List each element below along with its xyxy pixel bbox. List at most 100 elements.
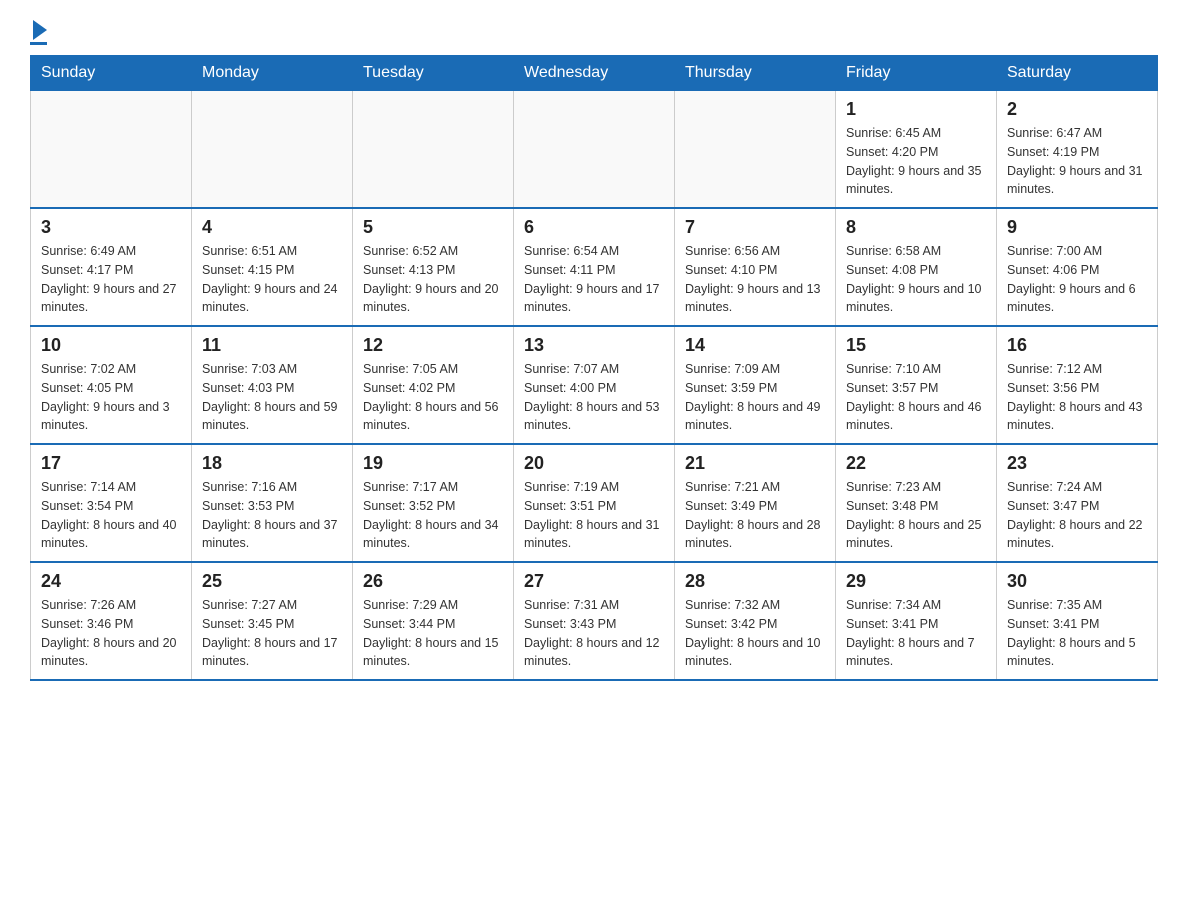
weekday-header-tuesday: Tuesday xyxy=(353,56,514,91)
calendar-table: SundayMondayTuesdayWednesdayThursdayFrid… xyxy=(30,55,1158,681)
calendar-body: 1Sunrise: 6:45 AMSunset: 4:20 PMDaylight… xyxy=(31,91,1158,681)
calendar-cell: 6 Sunrise: 6:54 AMSunset: 4:11 PMDaylight… xyxy=(514,208,675,326)
day-info: Sunrise: 7:35 AMSunset: 3:41 PMDaylight:… xyxy=(1007,596,1147,671)
day-info: Sunrise: 7:24 AMSunset: 3:47 PMDaylight:… xyxy=(1007,478,1147,553)
calendar-cell: 25 Sunrise: 7:27 AMSunset: 3:45 PMDayligh… xyxy=(192,562,353,680)
calendar-cell: 17 Sunrise: 7:14 AMSunset: 3:54 PMDayligh… xyxy=(31,444,192,562)
calendar-cell: 9 Sunrise: 7:00 AMSunset: 4:06 PMDaylight… xyxy=(997,208,1158,326)
day-number: 23 xyxy=(1007,453,1147,474)
calendar-cell: 26 Sunrise: 7:29 AMSunset: 3:44 PMDayligh… xyxy=(353,562,514,680)
calendar-cell: 2 Sunrise: 6:47 AMSunset: 4:19 PMDaylight… xyxy=(997,91,1158,209)
day-number: 7 xyxy=(685,217,825,238)
day-info: Sunrise: 6:56 AMSunset: 4:10 PMDaylight:… xyxy=(685,242,825,317)
day-number: 28 xyxy=(685,571,825,592)
day-number: 5 xyxy=(363,217,503,238)
calendar-cell xyxy=(353,91,514,209)
day-info: Sunrise: 7:27 AMSunset: 3:45 PMDaylight:… xyxy=(202,596,342,671)
day-info: Sunrise: 7:09 AMSunset: 3:59 PMDaylight:… xyxy=(685,360,825,435)
day-info: Sunrise: 7:14 AMSunset: 3:54 PMDaylight:… xyxy=(41,478,181,553)
day-number: 19 xyxy=(363,453,503,474)
day-info: Sunrise: 7:32 AMSunset: 3:42 PMDaylight:… xyxy=(685,596,825,671)
day-number: 10 xyxy=(41,335,181,356)
day-number: 27 xyxy=(524,571,664,592)
day-number: 6 xyxy=(524,217,664,238)
calendar-cell xyxy=(675,91,836,209)
page-header xyxy=(30,20,1158,45)
day-info: Sunrise: 6:51 AMSunset: 4:15 PMDaylight:… xyxy=(202,242,342,317)
calendar-cell: 21 Sunrise: 7:21 AMSunset: 3:49 PMDayligh… xyxy=(675,444,836,562)
calendar-cell: 16 Sunrise: 7:12 AMSunset: 3:56 PMDayligh… xyxy=(997,326,1158,444)
day-number: 2 xyxy=(1007,99,1147,120)
calendar-cell xyxy=(192,91,353,209)
day-number: 15 xyxy=(846,335,986,356)
calendar-cell: 23 Sunrise: 7:24 AMSunset: 3:47 PMDayligh… xyxy=(997,444,1158,562)
calendar-cell: 24Sunrise: 7:26 AMSunset: 3:46 PMDayligh… xyxy=(31,562,192,680)
day-number: 20 xyxy=(524,453,664,474)
day-info: Sunrise: 7:17 AMSunset: 3:52 PMDaylight:… xyxy=(363,478,503,553)
weekday-header-monday: Monday xyxy=(192,56,353,91)
day-info: Sunrise: 6:54 AMSunset: 4:11 PMDaylight:… xyxy=(524,242,664,317)
day-info: Sunrise: 7:10 AMSunset: 3:57 PMDaylight:… xyxy=(846,360,986,435)
day-info: Sunrise: 6:47 AMSunset: 4:19 PMDaylight:… xyxy=(1007,124,1147,199)
calendar-cell: 3 Sunrise: 6:49 AMSunset: 4:17 PMDaylight… xyxy=(31,208,192,326)
day-info: Sunrise: 7:29 AMSunset: 3:44 PMDaylight:… xyxy=(363,596,503,671)
logo-underline xyxy=(30,42,47,45)
logo-triangle-icon xyxy=(33,20,47,40)
day-number: 4 xyxy=(202,217,342,238)
day-info: Sunrise: 7:12 AMSunset: 3:56 PMDaylight:… xyxy=(1007,360,1147,435)
day-info: Sunrise: 7:19 AMSunset: 3:51 PMDaylight:… xyxy=(524,478,664,553)
day-number: 14 xyxy=(685,335,825,356)
day-info: Sunrise: 7:21 AMSunset: 3:49 PMDaylight:… xyxy=(685,478,825,553)
weekday-header-sunday: Sunday xyxy=(31,56,192,91)
weekday-header-row: SundayMondayTuesdayWednesdayThursdayFrid… xyxy=(31,56,1158,91)
calendar-cell: 22 Sunrise: 7:23 AMSunset: 3:48 PMDayligh… xyxy=(836,444,997,562)
calendar-cell: 30Sunrise: 7:35 AMSunset: 3:41 PMDayligh… xyxy=(997,562,1158,680)
day-info: Sunrise: 7:23 AMSunset: 3:48 PMDaylight:… xyxy=(846,478,986,553)
calendar-cell: 8Sunrise: 6:58 AMSunset: 4:08 PMDaylight… xyxy=(836,208,997,326)
weekday-header-wednesday: Wednesday xyxy=(514,56,675,91)
calendar-week-row: 17 Sunrise: 7:14 AMSunset: 3:54 PMDayligh… xyxy=(31,444,1158,562)
calendar-cell: 27 Sunrise: 7:31 AMSunset: 3:43 PMDayligh… xyxy=(514,562,675,680)
day-number: 26 xyxy=(363,571,503,592)
day-info: Sunrise: 7:31 AMSunset: 3:43 PMDaylight:… xyxy=(524,596,664,671)
calendar-week-row: 1Sunrise: 6:45 AMSunset: 4:20 PMDaylight… xyxy=(31,91,1158,209)
day-number: 1 xyxy=(846,99,986,120)
calendar-cell: 15 Sunrise: 7:10 AMSunset: 3:57 PMDayligh… xyxy=(836,326,997,444)
day-number: 22 xyxy=(846,453,986,474)
day-info: Sunrise: 6:49 AMSunset: 4:17 PMDaylight:… xyxy=(41,242,181,317)
day-number: 12 xyxy=(363,335,503,356)
day-info: Sunrise: 7:05 AMSunset: 4:02 PMDaylight:… xyxy=(363,360,503,435)
weekday-header-thursday: Thursday xyxy=(675,56,836,91)
calendar-cell: 5 Sunrise: 6:52 AMSunset: 4:13 PMDaylight… xyxy=(353,208,514,326)
calendar-week-row: 24Sunrise: 7:26 AMSunset: 3:46 PMDayligh… xyxy=(31,562,1158,680)
day-number: 13 xyxy=(524,335,664,356)
day-number: 3 xyxy=(41,217,181,238)
day-number: 9 xyxy=(1007,217,1147,238)
calendar-cell: 12 Sunrise: 7:05 AMSunset: 4:02 PMDayligh… xyxy=(353,326,514,444)
day-info: Sunrise: 7:16 AMSunset: 3:53 PMDaylight:… xyxy=(202,478,342,553)
logo xyxy=(30,20,47,45)
day-number: 24 xyxy=(41,571,181,592)
calendar-cell: 19 Sunrise: 7:17 AMSunset: 3:52 PMDayligh… xyxy=(353,444,514,562)
day-number: 21 xyxy=(685,453,825,474)
calendar-cell: 14 Sunrise: 7:09 AMSunset: 3:59 PMDayligh… xyxy=(675,326,836,444)
weekday-header-friday: Friday xyxy=(836,56,997,91)
calendar-week-row: 10 Sunrise: 7:02 AMSunset: 4:05 PMDayligh… xyxy=(31,326,1158,444)
day-info: Sunrise: 7:07 AMSunset: 4:00 PMDaylight:… xyxy=(524,360,664,435)
day-number: 16 xyxy=(1007,335,1147,356)
day-number: 29 xyxy=(846,571,986,592)
calendar-cell xyxy=(514,91,675,209)
calendar-cell: 7 Sunrise: 6:56 AMSunset: 4:10 PMDaylight… xyxy=(675,208,836,326)
day-info: Sunrise: 6:52 AMSunset: 4:13 PMDaylight:… xyxy=(363,242,503,317)
calendar-cell: 28 Sunrise: 7:32 AMSunset: 3:42 PMDayligh… xyxy=(675,562,836,680)
calendar-header: SundayMondayTuesdayWednesdayThursdayFrid… xyxy=(31,56,1158,91)
day-info: Sunrise: 7:02 AMSunset: 4:05 PMDaylight:… xyxy=(41,360,181,435)
day-number: 8 xyxy=(846,217,986,238)
calendar-cell: 10 Sunrise: 7:02 AMSunset: 4:05 PMDayligh… xyxy=(31,326,192,444)
day-info: Sunrise: 7:00 AMSunset: 4:06 PMDaylight:… xyxy=(1007,242,1147,317)
day-number: 17 xyxy=(41,453,181,474)
calendar-cell xyxy=(31,91,192,209)
day-number: 25 xyxy=(202,571,342,592)
calendar-week-row: 3 Sunrise: 6:49 AMSunset: 4:17 PMDaylight… xyxy=(31,208,1158,326)
calendar-cell: 18Sunrise: 7:16 AMSunset: 3:53 PMDayligh… xyxy=(192,444,353,562)
